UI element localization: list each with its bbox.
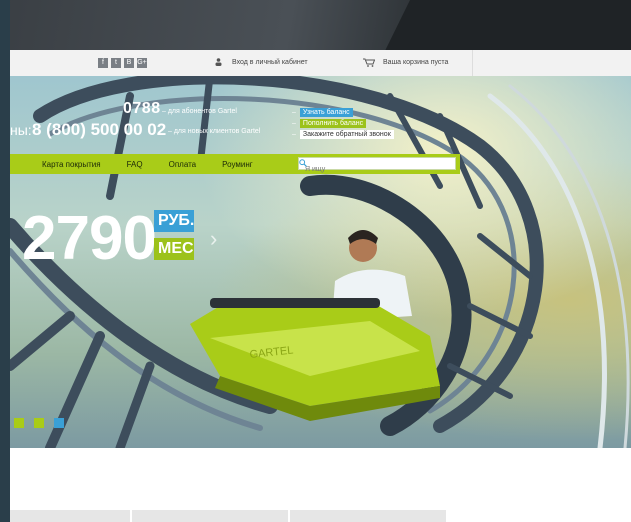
bottom-tab[interactable] xyxy=(10,510,130,522)
long-phone-number[interactable]: 8 (800) 500 00 02 xyxy=(32,120,166,140)
search-input[interactable] xyxy=(299,164,443,175)
login-label: Вход в личный кабинет xyxy=(232,58,308,66)
nav-faq[interactable]: FAQ xyxy=(127,160,143,169)
short-phone-number[interactable]: 0788 xyxy=(123,100,161,118)
bottom-tab[interactable] xyxy=(290,510,446,522)
slider-dot[interactable] xyxy=(54,418,64,428)
slider-dot[interactable] xyxy=(34,418,44,428)
short-phone-desc: – для абонентов Gartel xyxy=(162,108,237,115)
cart-link[interactable]: Ваша корзина пуста xyxy=(363,58,448,67)
phone-label: ны: xyxy=(10,122,32,138)
callback-request-link[interactable]: – Закажите обратный звонок xyxy=(292,130,394,139)
vk-icon[interactable]: B xyxy=(124,58,134,68)
search-icon[interactable] xyxy=(299,159,307,167)
nav-coverage-map[interactable]: Карта покрытия xyxy=(42,160,101,169)
facebook-icon[interactable]: f xyxy=(98,58,108,68)
top-up-balance-link[interactable]: – Пополнить баланс xyxy=(292,119,394,128)
quick-links: – Узнать баланс – Пополнить баланс – Закажи… xyxy=(292,108,394,139)
bottom-tabs xyxy=(10,510,631,522)
period-label: МЕС xyxy=(154,238,194,260)
long-phone-desc: – для новых клиентов Gartel xyxy=(168,128,261,135)
utility-divider xyxy=(472,50,473,76)
check-balance-link[interactable]: – Узнать баланс xyxy=(292,108,394,117)
google-plus-icon[interactable]: G+ xyxy=(137,58,147,68)
bottom-tab[interactable] xyxy=(132,510,288,522)
top-dark-band xyxy=(0,0,631,50)
cart-label: Ваша корзина пуста xyxy=(383,59,449,66)
nav-roaming[interactable]: Роуминг xyxy=(222,160,253,169)
header-decoration xyxy=(0,0,410,50)
slider-dots xyxy=(14,418,64,428)
login-link[interactable]: Вход в личный кабинет xyxy=(215,58,308,66)
main-nav: Карта покрытия FAQ Оплата Роуминг xyxy=(10,154,460,175)
utility-bar: f t B G+ Вход в личный кабинет Ваша корз… xyxy=(10,50,631,77)
nav-payment[interactable]: Оплата xyxy=(169,160,197,169)
left-edge-bar xyxy=(0,0,10,522)
cart-icon xyxy=(363,58,375,67)
promo-currency: РУБ. МЕС xyxy=(154,210,194,266)
slider-dot[interactable] xyxy=(14,418,24,428)
hero-banner: GARTEL 0788 – для абонентов Gartel ны: 8… xyxy=(10,76,631,448)
next-slide-arrow-icon[interactable]: › xyxy=(210,226,217,252)
promo-price: 2790 xyxy=(22,204,157,273)
user-icon xyxy=(215,58,222,66)
social-icons: f t B G+ xyxy=(98,58,147,68)
search-box xyxy=(298,157,456,175)
currency-label: РУБ. xyxy=(154,210,194,232)
twitter-icon[interactable]: t xyxy=(111,58,121,68)
